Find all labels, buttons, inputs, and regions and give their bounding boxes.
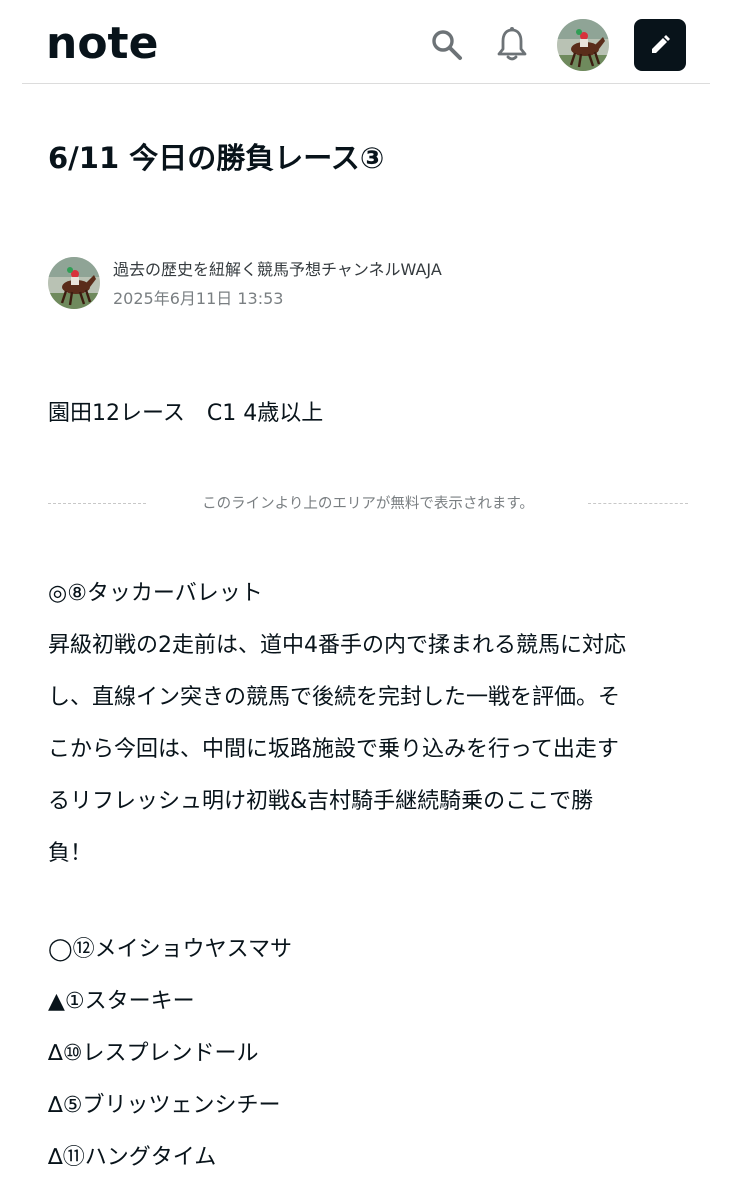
search-icon[interactable] — [430, 28, 464, 62]
pencil-icon — [652, 35, 670, 53]
pick-list-item: ▲①スターキー — [48, 989, 195, 1014]
main-pick-comment-line: るリフレッシュ明け初戦&吉村騎手継続騎乗のここで勝 — [48, 789, 594, 814]
svg-text:note: note — [46, 24, 158, 64]
race-name: 園田12レース C1 4歳以上 — [48, 401, 324, 426]
header-divider — [22, 83, 710, 84]
main-pick-comment-line: 昇級初戦の2走前は、道中4番手の内で揉まれる競馬に対応 — [48, 633, 626, 658]
horse-photo — [557, 19, 609, 71]
pick-list-item: ∆⑩レスプレンドール — [48, 1041, 259, 1066]
article-title: 6/11 今日の勝負レース③ — [48, 141, 385, 175]
note-logo[interactable]: note — [46, 24, 208, 64]
main-pick-comment-line: こから今回は、中間に坂路施設で乗り込みを行って出走す — [48, 737, 619, 762]
paywall-divider: このラインより上のエリアが無料で表示されます。 — [48, 492, 688, 516]
horse-photo — [48, 257, 100, 309]
paywall-notice: このラインより上のエリアが無料で表示されます。 — [202, 496, 534, 512]
bell-icon[interactable] — [496, 26, 528, 62]
pick-list-item: ∆⑤ブリッツェンシチー — [48, 1093, 281, 1118]
main-pick-comment-line: し、直線イン突きの競馬で後続を完封した一戦を評価。そ — [48, 685, 621, 710]
author-avatar[interactable] — [48, 257, 100, 309]
pick-list-item: ∆⑪ハングタイム — [48, 1145, 217, 1170]
paywall-line-right — [588, 503, 688, 504]
site-header: note — [0, 0, 740, 84]
pick-list-item: ◯⑫メイショウヤスマサ — [48, 937, 292, 962]
post-date: 2025年6月11日 13:53 — [113, 289, 284, 308]
main-pick-label: ◎⑧タッカーバレット — [48, 581, 263, 606]
author-name[interactable]: 過去の歴史を紐解く競馬予想チャンネルWAJA — [113, 259, 442, 281]
user-avatar[interactable] — [557, 19, 609, 71]
main-pick-comment-line: 負！ — [48, 841, 93, 866]
post-button[interactable] — [634, 19, 686, 71]
